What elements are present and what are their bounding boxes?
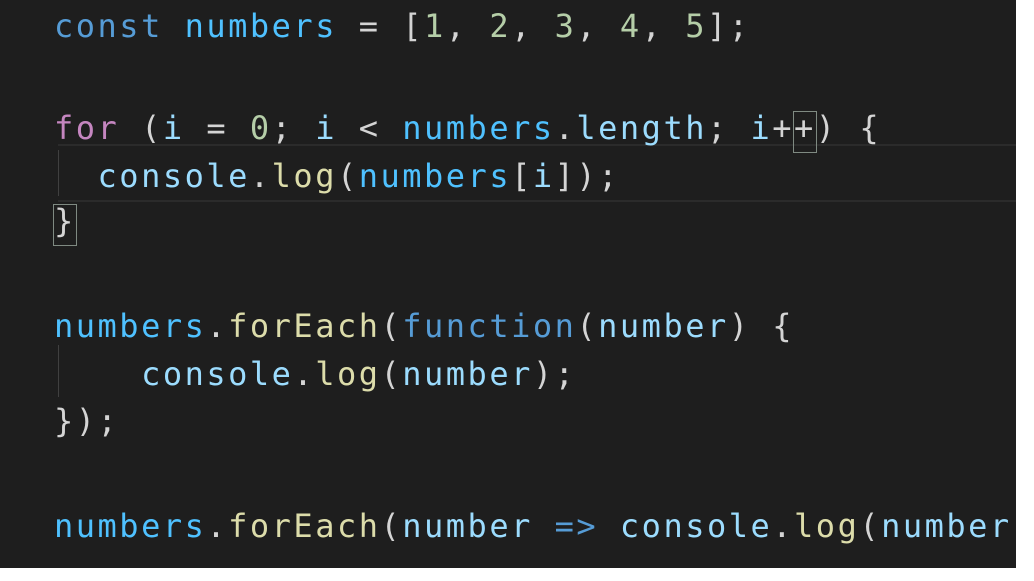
- code-token: (: [859, 507, 882, 545]
- code-token: ,: [445, 7, 490, 45]
- code-token: });: [54, 402, 120, 440]
- code-token: log: [794, 507, 860, 545]
- code-line-text: console.log(number);: [54, 358, 576, 390]
- code-token: numbers: [402, 109, 555, 147]
- code-token: numbers: [54, 307, 207, 345]
- code-token: .: [206, 507, 229, 545]
- code-line[interactable]: }: [0, 205, 1016, 277]
- code-token: number: [598, 307, 729, 345]
- code-token: length: [576, 109, 707, 147]
- code-token: 0: [249, 109, 272, 147]
- code-token: forEach: [228, 507, 381, 545]
- code-token: <: [336, 109, 403, 147]
- code-token: .: [249, 157, 272, 195]
- code-token: .: [772, 507, 795, 545]
- code-token: i: [162, 109, 185, 147]
- code-token: .: [554, 109, 577, 147]
- code-line-text: for (i = 0; i < numbers.length; i++) {: [54, 112, 881, 144]
- code-token: 5: [685, 7, 707, 45]
- code-token: number: [881, 507, 1012, 545]
- code-editor[interactable]: const numbers = [1, 2, 3, 4, 5]; for (i =…: [0, 0, 1016, 568]
- code-token: function: [402, 307, 577, 345]
- code-token: log: [315, 355, 381, 393]
- code-token: const: [54, 7, 163, 45]
- code-line[interactable]: const numbers = [1, 2, 3, 4, 5];: [0, 10, 1016, 82]
- code-token: (: [380, 355, 403, 393]
- code-token: log: [271, 157, 337, 195]
- code-token: i: [532, 157, 555, 195]
- code-token: ,: [511, 7, 555, 45]
- code-token: }: [54, 202, 76, 240]
- code-token: .: [293, 355, 316, 393]
- code-token: 2: [489, 7, 512, 45]
- code-token: 4: [619, 7, 642, 45]
- code-line[interactable]: numbers.forEach(number => console.log(nu…: [0, 510, 1016, 568]
- code-token: (: [576, 307, 599, 345]
- code-token: ) {: [728, 307, 795, 345]
- code-token: =: [336, 7, 403, 45]
- code-token: i: [315, 109, 337, 147]
- code-token: console: [619, 507, 773, 545]
- code-token: numbers: [184, 7, 337, 45]
- code-token: i: [750, 109, 773, 147]
- code-token: .: [206, 307, 229, 345]
- code-token: {: [859, 109, 882, 147]
- code-token: console: [141, 355, 294, 393]
- code-token: (: [380, 307, 403, 345]
- code-token: numbers: [54, 507, 207, 545]
- code-token: ;: [271, 109, 316, 147]
- code-token: (: [380, 507, 403, 545]
- code-token: [: [402, 7, 425, 45]
- code-token: ): [815, 109, 860, 147]
- code-line-text: }: [54, 205, 76, 237]
- code-line-text: });: [54, 405, 119, 437]
- code-token: ,: [576, 7, 620, 45]
- code-token: [: [511, 157, 533, 195]
- code-line-text: console.log(numbers[i]);: [54, 160, 620, 192]
- code-token: );: [532, 355, 577, 393]
- code-token: forEach: [228, 307, 381, 345]
- code-token: ++: [772, 109, 816, 147]
- code-token: 1: [424, 7, 446, 45]
- code-token: number: [402, 355, 533, 393]
- code-token: ,: [641, 7, 686, 45]
- code-token: =: [184, 109, 250, 147]
- code-line-text: const numbers = [1, 2, 3, 4, 5];: [54, 10, 751, 42]
- code-token: for: [54, 109, 120, 147]
- code-line-text: numbers.forEach(number => console.log(nu…: [54, 510, 1016, 542]
- code-token: =>: [554, 507, 599, 545]
- code-token: console: [97, 157, 250, 195]
- code-token: ]);: [554, 157, 620, 195]
- code-token: ];: [706, 7, 751, 45]
- code-line[interactable]: });: [0, 405, 1016, 477]
- code-token: ));: [1012, 507, 1016, 545]
- code-line-text: numbers.forEach(function(number) {: [54, 310, 794, 342]
- code-token: ;: [706, 109, 751, 147]
- code-token: number: [402, 507, 533, 545]
- code-token: (: [336, 157, 359, 195]
- code-token: (: [119, 109, 163, 147]
- code-token: numbers: [358, 157, 512, 195]
- code-token: 3: [554, 7, 577, 45]
